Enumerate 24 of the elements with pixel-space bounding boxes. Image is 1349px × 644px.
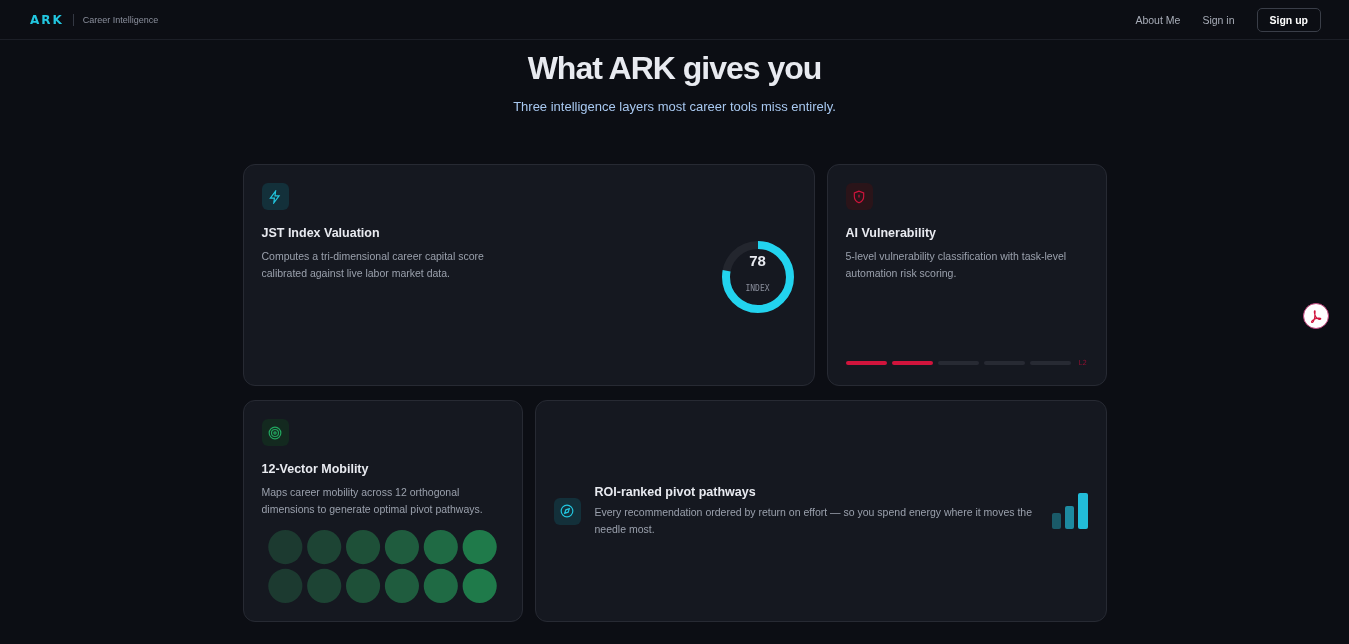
lightning-icon <box>261 183 289 210</box>
logo[interactable]: ARK <box>30 12 64 27</box>
gauge-value: 78 <box>748 252 767 269</box>
nav-link[interactable]: Sign in <box>1202 13 1235 26</box>
card-title: AI Vulnerability <box>845 226 938 240</box>
pdf-icon <box>1309 309 1323 323</box>
tagline: Career Intelligence <box>82 14 159 25</box>
sign-up-button[interactable]: Sign up <box>1256 7 1321 32</box>
card-description: Every recommendation ordered by return on effort — so you spend energy where it moves the needle most. <box>594 504 1034 537</box>
target-icon <box>261 419 289 446</box>
shield-icon <box>845 183 873 210</box>
bar-chart-icon <box>1051 493 1088 529</box>
card-title: 12-Vector Mobility <box>261 462 370 476</box>
nav-link[interactable]: About Me <box>1135 13 1181 26</box>
card-title: ROI-ranked pivot pathways <box>594 484 757 499</box>
gauge-label: INDEX <box>744 284 771 293</box>
card-title: JST Index Valuation <box>261 226 381 240</box>
card-description: 5-level vulnerability classification with task-level automation risk scoring. <box>845 249 1068 281</box>
card-description: Computes a tri-dimensional career capital score calibrated against live labor market data. <box>261 249 485 281</box>
page-subtitle: Three intelligence layers most career tools miss entirely. <box>513 99 836 114</box>
compass-icon <box>553 497 581 525</box>
card-description: Maps career mobility across 12 orthogonal dimensions to generate optimal pivot pathways. <box>261 485 484 517</box>
page-heading: What ARK gives you <box>527 50 822 87</box>
pdf-button[interactable] <box>1303 303 1329 329</box>
